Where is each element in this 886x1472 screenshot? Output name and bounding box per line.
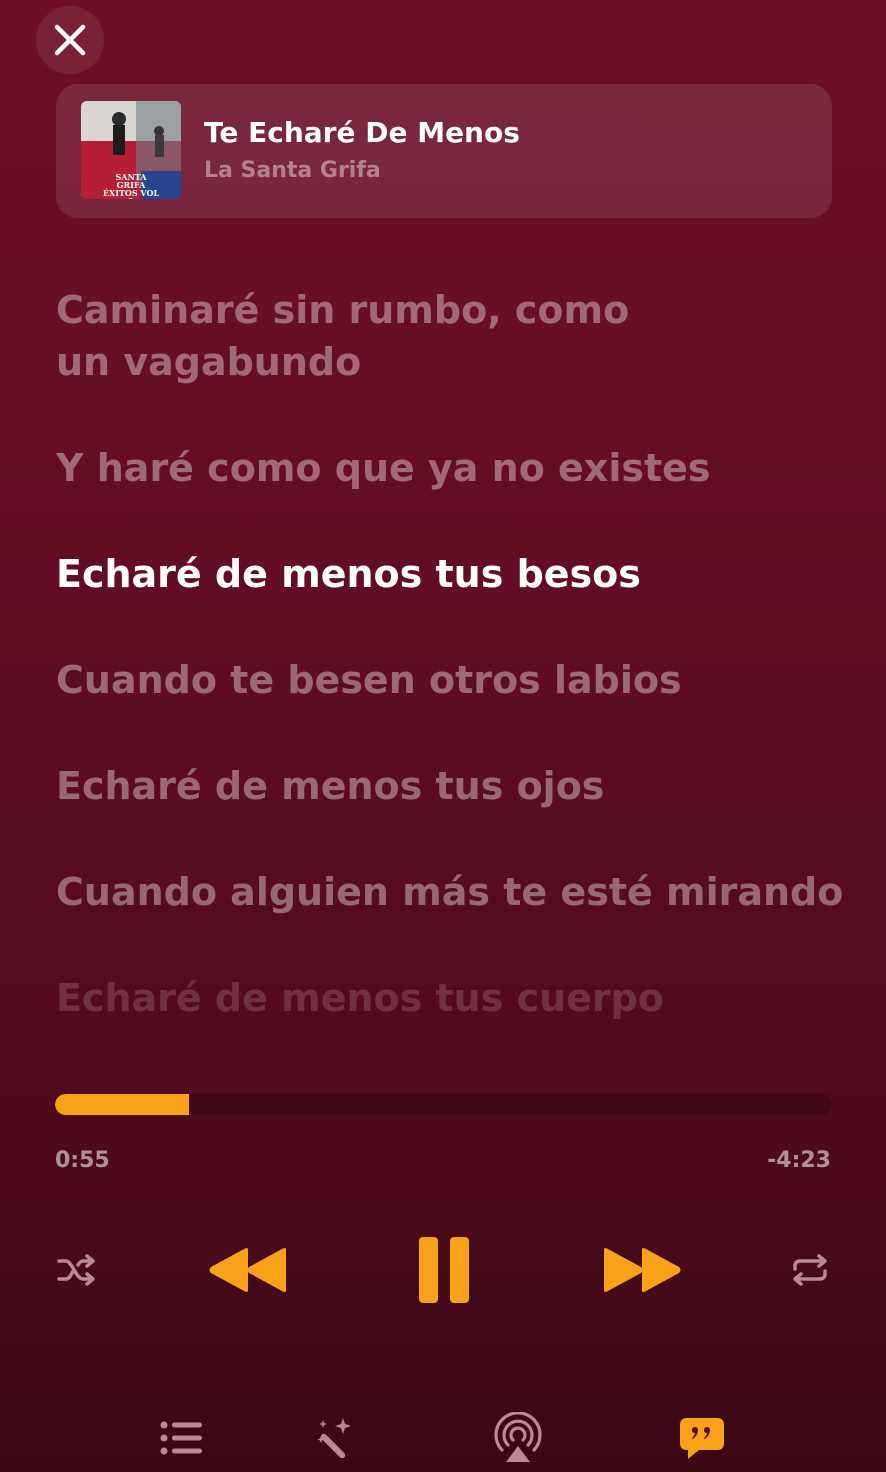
progress-fill (55, 1094, 190, 1115)
elapsed-time: 0:55 (55, 1148, 110, 1173)
pause-button[interactable] (414, 1234, 474, 1306)
tab-queue[interactable] (154, 1410, 210, 1466)
fast-forward-icon (604, 1248, 681, 1292)
tab-airplay[interactable] (490, 1410, 546, 1466)
repeat-icon (793, 1254, 827, 1286)
lyric-line[interactable]: Caminaré sin rumbo, como un vagabundo (56, 284, 629, 388)
album-art-text: SANTA GRIFA ÉXITOS VOL 2 (102, 172, 160, 199)
fast-forward-button[interactable] (600, 1244, 686, 1296)
tab-lyrics[interactable] (674, 1410, 730, 1466)
close-button[interactable] (36, 6, 104, 74)
rewind-button[interactable] (204, 1244, 290, 1296)
now-playing-card[interactable]: SANTA GRIFA ÉXITOS VOL 2 Te Echaré De Me… (56, 84, 832, 218)
close-icon (54, 24, 86, 56)
lyric-line[interactable]: Echaré de menos tus cuerpo (56, 972, 664, 1024)
rewind-icon (209, 1248, 286, 1292)
repeat-button[interactable] (786, 1248, 834, 1292)
airplay-icon (494, 1412, 542, 1462)
lyrics-quote-icon (680, 1418, 724, 1459)
lyric-line[interactable]: Cuando alguien más te esté mirando (56, 866, 843, 918)
lyric-line[interactable]: Y haré como que ya no existes (56, 442, 711, 494)
pause-icon (419, 1237, 469, 1303)
shuffle-button[interactable] (54, 1248, 100, 1292)
shuffle-icon (57, 1254, 95, 1286)
lyric-line-part: un vagabundo (56, 340, 362, 384)
artist-name[interactable]: La Santa Grifa (204, 158, 381, 183)
song-title: Te Echaré De Menos (204, 116, 520, 149)
remaining-time: -4:23 (767, 1148, 831, 1173)
progress-bar[interactable] (55, 1094, 832, 1115)
lyric-line-current[interactable]: Echaré de menos tus besos (56, 548, 641, 600)
magic-wand-icon (317, 1418, 351, 1459)
album-art: SANTA GRIFA ÉXITOS VOL 2 (81, 101, 181, 199)
lyric-line[interactable]: Echaré de menos tus ojos (56, 760, 604, 812)
queue-list-icon (160, 1421, 202, 1455)
lyric-line-part: Caminaré sin rumbo, como (56, 288, 630, 332)
lyric-line[interactable]: Cuando te besen otros labios (56, 654, 682, 706)
tab-effects[interactable] (307, 1410, 363, 1466)
